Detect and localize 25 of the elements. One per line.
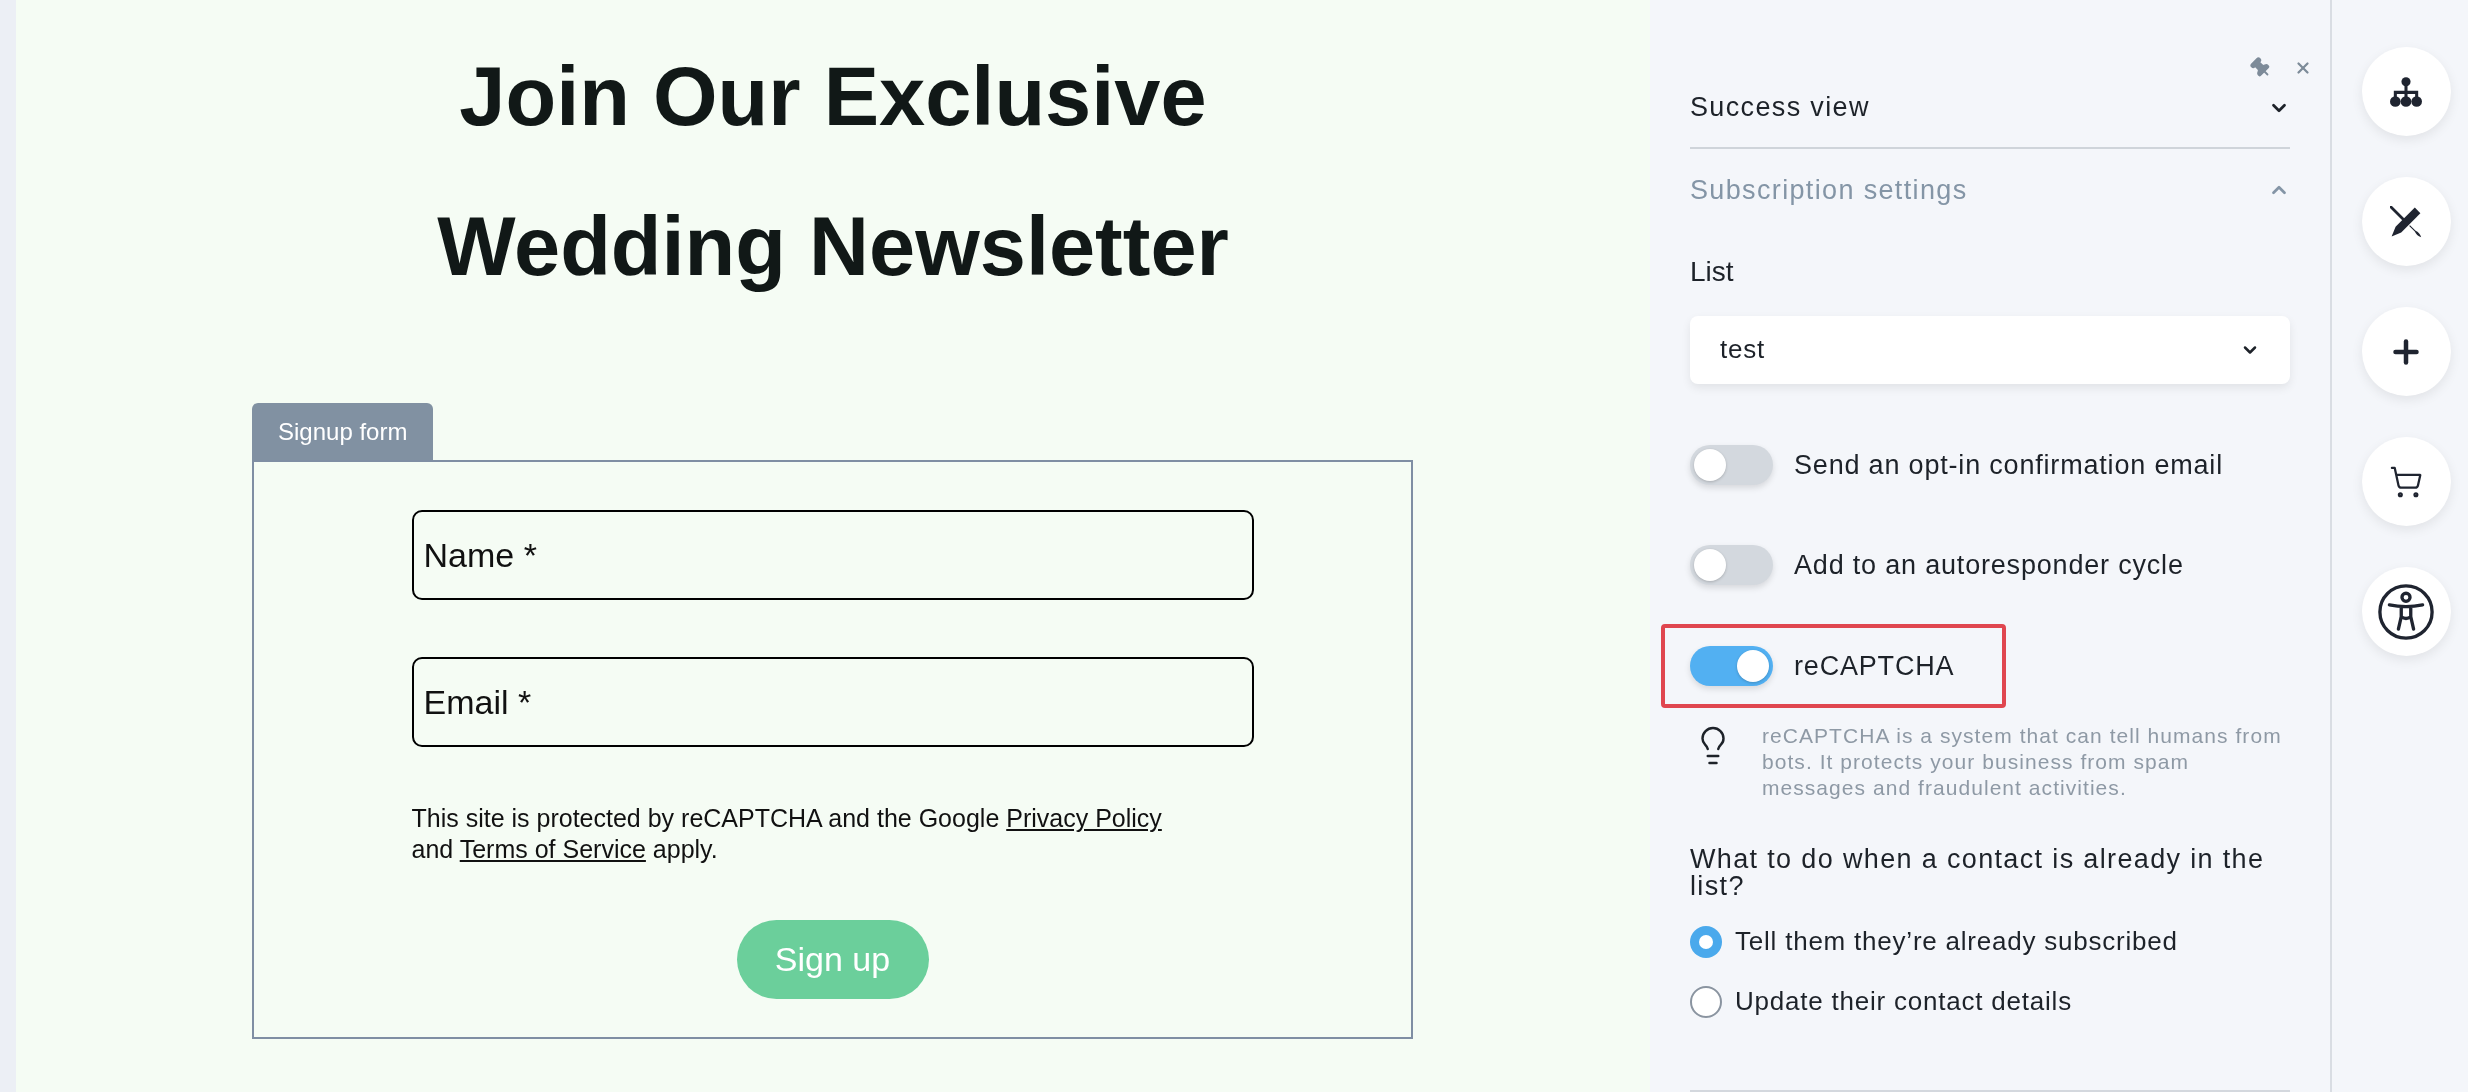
hint-text: reCAPTCHA is a system that can tell humans from bots. It protects your business from spam messages and fraudulent activities.	[1762, 723, 2283, 802]
text-link[interactable]: Privacy Policy	[1006, 804, 1162, 832]
recaptcha-notice: This site is protected by reCAPTCHA and the Google Privacy Policy and Terms of Service apply.	[411, 803, 1163, 865]
input-field[interactable]: Name *	[411, 510, 1254, 600]
toggle-switch[interactable]	[1690, 444, 1773, 485]
question-text: What to do when a contact is already in the list?	[1690, 846, 2266, 901]
radio-label: Tell them they’re already subscribed	[1735, 925, 2178, 959]
text-link[interactable]: Terms of Service	[459, 835, 646, 863]
radio-button[interactable]	[1690, 925, 1722, 958]
list-select[interactable]: test	[1690, 316, 2290, 384]
toggle-switch[interactable]	[1690, 545, 1773, 586]
list-label: List	[1690, 255, 1735, 290]
toggle-label: reCAPTCHA	[1794, 649, 1955, 683]
cart-icon	[2389, 464, 2423, 499]
input-field[interactable]: Email *	[411, 657, 1254, 747]
hierarchy-icon	[2390, 76, 2422, 107]
pen-and-brush-icon	[2390, 205, 2422, 238]
page-heading: Join Our Exclusive Wedding Newsletter	[436, 49, 1230, 295]
accordion-header[interactable]: Success view	[1690, 79, 2290, 136]
toggle-label: Send an opt-in confirmation email	[1794, 448, 2223, 482]
toggle-switch[interactable]	[1690, 645, 1773, 686]
radio-label: Update their contact details	[1735, 985, 2072, 1019]
accessibility-icon	[2378, 583, 2434, 640]
toggle-label: Add to an autoresponder cycle	[1794, 549, 2184, 583]
radio-button[interactable]	[1690, 985, 1722, 1018]
